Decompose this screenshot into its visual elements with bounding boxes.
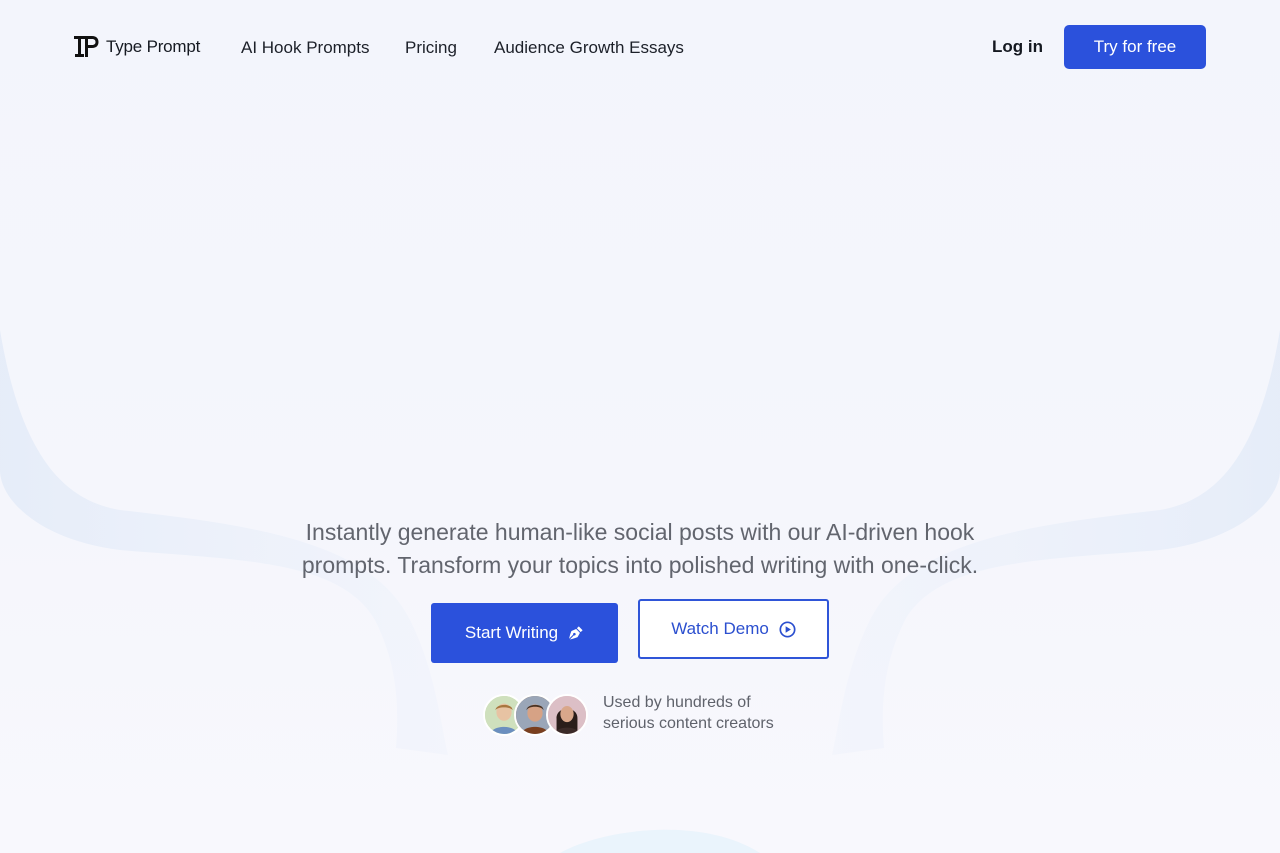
brand-logo[interactable]: Type Prompt bbox=[74, 35, 200, 58]
start-writing-label: Start Writing bbox=[464, 623, 559, 642]
hero-description: Instantly generate human-like social pos… bbox=[240, 516, 1040, 582]
top-navbar: Type Prompt AI Hook Prompts Pricing Audi… bbox=[0, 0, 1280, 95]
type-prompt-logo-icon bbox=[74, 36, 99, 57]
social-proof-line-1: Used by hundreds of bbox=[603, 694, 751, 711]
pen-icon bbox=[569, 625, 583, 639]
nav-link-ai-hook-prompts[interactable]: AI Hook Prompts bbox=[241, 38, 370, 58]
login-link[interactable]: Log in bbox=[992, 37, 1043, 57]
start-writing-button[interactable]: Start Writing bbox=[431, 603, 618, 663]
hero-description-line-2: prompts. Transform your topics into poli… bbox=[301, 552, 979, 578]
avatar bbox=[546, 694, 588, 736]
creator-avatars bbox=[483, 694, 593, 736]
nav-link-audience-growth-essays[interactable]: Audience Growth Essays bbox=[494, 38, 684, 58]
watch-demo-button[interactable]: Watch Demo bbox=[638, 599, 829, 659]
watch-demo-label: Watch Demo bbox=[671, 619, 769, 638]
try-for-free-button[interactable]: Try for free bbox=[1064, 25, 1206, 69]
play-circle-icon bbox=[779, 620, 796, 638]
nav-link-pricing[interactable]: Pricing bbox=[405, 38, 457, 58]
social-proof-line-2: serious content creators bbox=[603, 715, 774, 732]
brand-name: Type Prompt bbox=[106, 36, 201, 56]
hero-description-line-1: Instantly generate human-like social pos… bbox=[305, 519, 975, 545]
social-proof-text: Used by hundreds of serious content crea… bbox=[603, 692, 774, 734]
